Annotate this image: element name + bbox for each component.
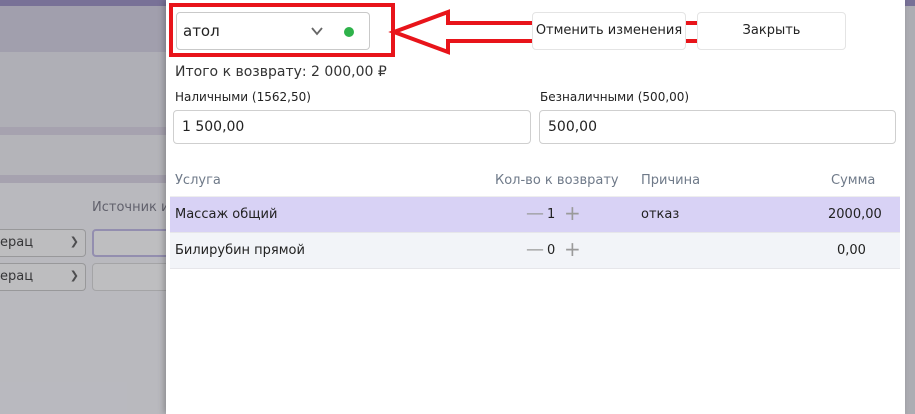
refund-modal: атол Отменить изменения Закрыть Итого к … [166,0,905,414]
column-header-reason: Причина [641,173,701,188]
plus-icon[interactable]: + [564,203,581,223]
cash-amount-input[interactable] [173,110,531,144]
refund-quantity: 1 [547,207,556,222]
cancel-changes-button[interactable]: Отменить изменения [532,12,686,50]
annotation-highlight-box [169,3,395,57]
column-header-qty: Кол-во к возврату [495,173,619,188]
refund-services-table: Услуга Кол-во к возврату Причина Сумма М… [170,164,900,269]
column-header-sum: Сумма [831,173,876,188]
refund-total: Итого к возврату: 2 000,00 ₽ [175,64,387,80]
table-row[interactable]: Билирубин прямой — 0 + 0,00 [170,233,900,269]
table-row[interactable]: Массаж общий — 1 + отказ 2000,00 [170,197,900,233]
service-name: Массаж общий [175,207,278,222]
refund-quantity: 0 [547,243,556,258]
service-name: Билирубин прямой [175,243,305,258]
refund-reason[interactable]: отказ [641,207,679,222]
cash-amount-label: Наличными (1562,50) [175,90,311,104]
plus-icon[interactable]: + [564,239,581,259]
minus-icon[interactable]: — [526,241,544,259]
card-amount-input[interactable] [539,110,896,144]
minus-icon[interactable]: — [526,205,544,223]
table-header: Услуга Кол-во к возврату Причина Сумма [170,164,900,197]
row-sum: 0,00 [837,243,866,258]
row-sum: 2000,00 [828,207,882,222]
close-button[interactable]: Закрыть [697,12,846,50]
card-amount-label: Безналичными (500,00) [540,90,690,104]
column-header-service: Услуга [175,173,221,188]
